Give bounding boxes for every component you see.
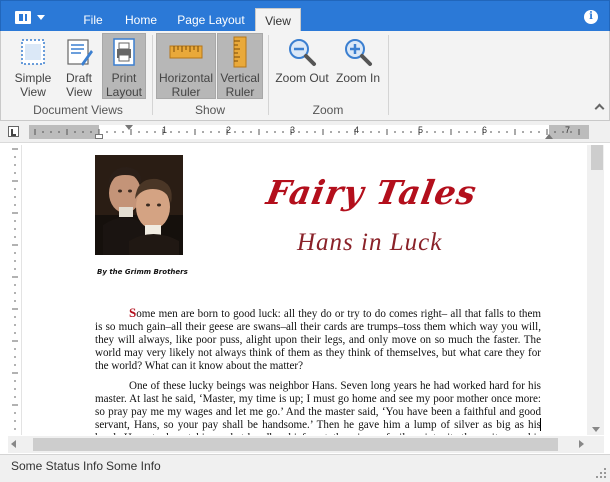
print-layout-label: Print Layout: [105, 71, 143, 99]
zoom-in-icon: [342, 36, 374, 68]
group-divider: [388, 35, 389, 115]
document-subtitle: Hans in Luck: [297, 229, 443, 256]
tab-file[interactable]: File: [71, 8, 115, 32]
vertical-ruler-icon: [224, 36, 256, 68]
group-label-show: Show: [194, 103, 226, 117]
tab-view[interactable]: View: [255, 8, 301, 32]
horizontal-ruler-track[interactable]: 1 2 3 4 5 6 7: [29, 125, 589, 139]
simple-view-button[interactable]: Simple View: [11, 33, 55, 99]
horizontal-ruler-button[interactable]: Horizontal Ruler: [156, 33, 216, 99]
document-page[interactable]: By the Grimm Brothers Fairy Tales Hans i…: [27, 145, 587, 435]
left-indent-marker[interactable]: [95, 134, 103, 139]
vertical-ruler-button[interactable]: Vertical Ruler: [217, 33, 263, 99]
vertical-scroll-thumb[interactable]: [591, 145, 603, 170]
ruler-num-1: 1: [162, 125, 168, 135]
tab-stop-selector-icon[interactable]: [8, 126, 19, 137]
resize-grip-icon[interactable]: [596, 468, 606, 478]
paragraph-1: Some men are born to good luck: all they…: [95, 306, 541, 373]
scroll-right-icon[interactable]: [579, 440, 584, 448]
status-info: Some Status Info: [11, 459, 104, 473]
draft-view-label: Draft View: [65, 71, 92, 99]
horizontal-ruler: 1 2 3 4 5 6 7: [0, 121, 610, 143]
document-icon: [15, 10, 31, 24]
paragraph-1-text: ome men are born to good luck: all they …: [95, 308, 541, 372]
ribbon-panel: Simple View Draft View Print Layout Docu…: [0, 31, 610, 121]
paragraph-2: One of these lucky beings was neighbor H…: [95, 380, 541, 435]
vertical-ruler-label: Vertical Ruler: [220, 71, 260, 99]
scroll-left-icon[interactable]: [11, 440, 16, 448]
group-label-zoom: Zoom: [312, 103, 344, 117]
application-menu-button[interactable]: [15, 7, 61, 27]
draft-view-icon: [63, 36, 95, 68]
zoom-in-button[interactable]: Zoom In: [333, 33, 383, 99]
simple-view-label: Simple View: [14, 71, 52, 99]
ruler-num-7: 7: [565, 125, 571, 135]
horizontal-ruler-icon: [169, 36, 203, 68]
grimm-brothers-portrait: [95, 155, 183, 255]
group-label-document-views: Document Views: [33, 103, 123, 117]
status-some-info: Some Info: [106, 459, 161, 473]
first-line-indent-marker[interactable]: [125, 125, 133, 130]
vertical-ruler[interactable]: [8, 145, 22, 435]
paragraph-2-text: One of these lucky beings was neighbor H…: [95, 380, 541, 435]
horizontal-ruler-label: Horizontal Ruler: [158, 71, 214, 99]
collapse-ribbon-icon[interactable]: [594, 103, 605, 114]
ruler-num-4: 4: [354, 125, 360, 135]
document-title: Fairy Tales: [263, 173, 480, 212]
right-indent-marker[interactable]: [545, 134, 553, 139]
tab-page-layout[interactable]: Page Layout: [167, 8, 255, 32]
zoom-out-label: Zoom Out: [275, 71, 329, 85]
ruler-ticks: [34, 129, 580, 135]
status-bar: Some Status Info Some Info: [0, 454, 610, 482]
chevron-down-icon: [37, 14, 45, 20]
vertical-scrollbar[interactable]: [587, 145, 604, 435]
text-caret: [540, 418, 541, 431]
zoom-in-label: Zoom In: [335, 71, 380, 85]
ruler-num-3: 3: [290, 125, 296, 135]
print-layout-icon: [108, 36, 140, 68]
draft-view-button[interactable]: Draft View: [57, 33, 101, 99]
horizontal-scrollbar[interactable]: [8, 436, 587, 453]
ribbon-tab-strip: File Home Page Layout View i: [0, 0, 610, 32]
info-icon[interactable]: i: [584, 10, 598, 24]
simple-view-icon: [17, 36, 49, 68]
tab-home[interactable]: Home: [115, 8, 167, 32]
horizontal-scroll-thumb[interactable]: [33, 438, 558, 451]
scrollbar-corner: [587, 436, 604, 453]
print-layout-button[interactable]: Print Layout: [102, 33, 146, 99]
vertical-ruler-ticks: [12, 148, 18, 430]
ruler-num-6: 6: [482, 125, 488, 135]
document-byline: By the Grimm Brothers: [97, 268, 188, 276]
zoom-out-icon: [286, 36, 318, 68]
scroll-down-icon[interactable]: [592, 427, 600, 432]
zoom-out-button[interactable]: Zoom Out: [274, 33, 330, 99]
ruler-num-5: 5: [418, 125, 424, 135]
ruler-num-2: 2: [226, 125, 232, 135]
